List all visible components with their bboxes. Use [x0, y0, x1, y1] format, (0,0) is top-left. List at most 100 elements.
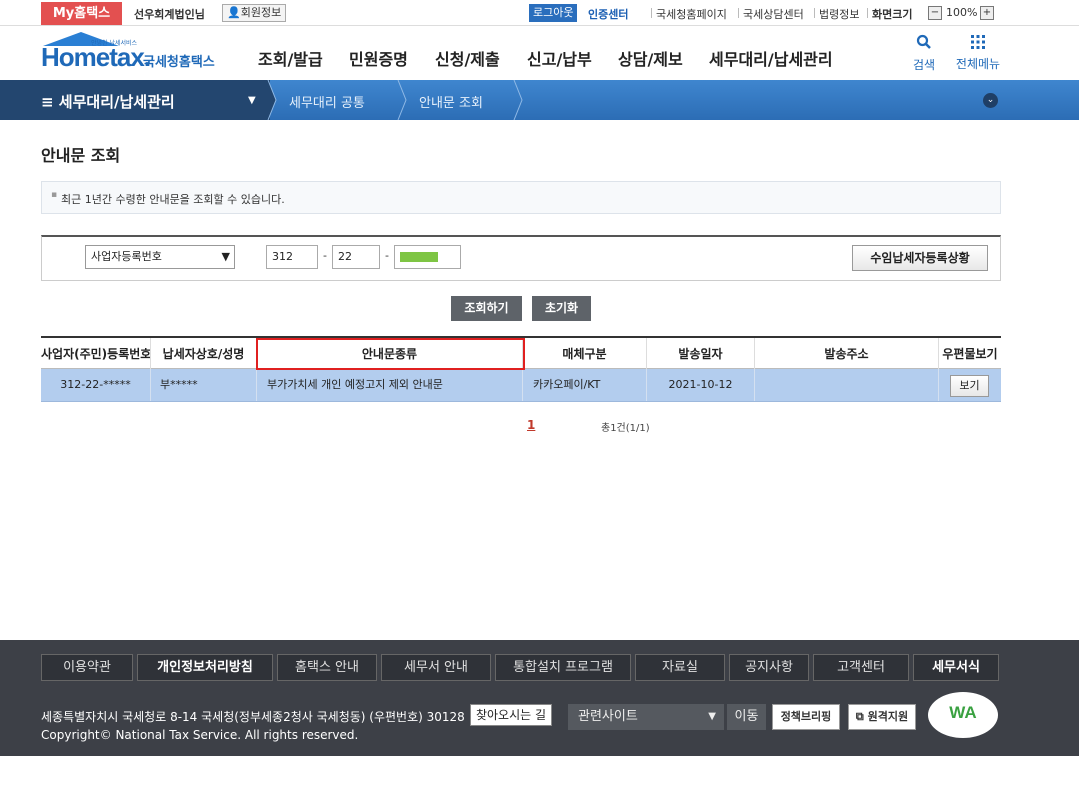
- cell-biz-no: 312-22-*****: [41, 369, 151, 401]
- biz-no-part2-input[interactable]: 22: [332, 245, 380, 269]
- search-submit-button[interactable]: 조회하기: [451, 296, 522, 321]
- biz-no-part3-input[interactable]: [394, 245, 461, 269]
- breadcrumb-item-notice-inquiry[interactable]: 안내문 조회: [419, 92, 483, 111]
- grid-menu-icon: [971, 35, 985, 49]
- id-type-select-value: 사업자등록번호: [91, 250, 162, 263]
- hometax-logo[interactable]: 안녕한 납세서비스 Hometax. 국세청홈택스: [41, 32, 231, 76]
- footer-privacy-link[interactable]: 개인정보처리방침: [137, 654, 273, 681]
- remote-support-icon: ⧉: [855, 710, 868, 723]
- hamburger-icon: ≡: [41, 93, 59, 111]
- divider: [651, 8, 652, 18]
- find-way-button[interactable]: 찾아오시는 길: [470, 704, 552, 726]
- cell-name: 부*****: [151, 369, 257, 401]
- highlight-outline: [256, 338, 525, 370]
- search-label: 검색: [912, 58, 936, 72]
- related-sites-select[interactable]: 관련사이트 ▼: [568, 704, 724, 730]
- nav-civil-certificate[interactable]: 민원증명: [349, 46, 408, 70]
- policy-briefing-link[interactable]: 정책브리핑: [772, 704, 840, 730]
- all-menu-button[interactable]: 전체메뉴: [952, 34, 1004, 72]
- search-area: 사업자등록번호 ▼ 312 - 22 - 수임납세자등록상황: [41, 235, 1001, 281]
- related-sites-label: 관련사이트: [578, 709, 638, 724]
- divider: [814, 8, 815, 18]
- search-icon: [916, 34, 931, 49]
- member-info-label: 회원정보: [240, 6, 282, 19]
- remote-support-label: 원격지원: [867, 710, 909, 723]
- person-icon: 👤: [227, 6, 241, 19]
- breadcrumb-section: ≡ 세무대리/납세관리: [41, 91, 175, 112]
- breadcrumb-chevron-icon: [267, 80, 277, 120]
- view-mail-button[interactable]: 보기: [950, 375, 989, 397]
- logout-button[interactable]: 로그아웃: [529, 4, 578, 22]
- cert-center-link[interactable]: 인증센터: [588, 6, 628, 22]
- top-utility-bar: My홈택스 선우회계법인님 👤회원정보 로그아웃 인증센터 국세청홈페이지 국세…: [0, 0, 1079, 26]
- pagination-page-1[interactable]: 1: [527, 418, 535, 432]
- breadcrumb-chevron-icon: [513, 80, 523, 120]
- dropdown-arrow-icon: ▼: [248, 95, 256, 106]
- reset-button[interactable]: 초기화: [532, 296, 591, 321]
- breadcrumb-section-label: 세무대리/납세관리: [58, 93, 175, 111]
- dash-separator: -: [323, 249, 327, 262]
- id-type-select[interactable]: 사업자등록번호 ▼: [85, 245, 235, 269]
- biz-no-part1-input[interactable]: 312: [266, 245, 318, 269]
- user-name: 선우회계법인님: [134, 8, 205, 21]
- nav-inquiry-issue[interactable]: 조회/발급: [258, 46, 323, 70]
- footer-notice-link[interactable]: 공지사항: [729, 654, 809, 681]
- logo-wordmark: Hometax.: [41, 42, 151, 72]
- breadcrumb: ≡ 세무대리/납세관리 ▼ 세무대리 공통 안내문 조회 ⌄: [0, 80, 1079, 120]
- footer-customer-center-link[interactable]: 고객센터: [813, 654, 909, 681]
- breadcrumb-section-block[interactable]: ≡ 세무대리/납세관리 ▼: [0, 80, 270, 120]
- member-info-button[interactable]: 👤회원정보: [222, 4, 287, 22]
- footer-terms-link[interactable]: 이용약관: [41, 654, 133, 681]
- table-row[interactable]: 312-22-***** 부***** 부가가치세 개인 예정고지 제외 안내문…: [41, 369, 1001, 402]
- footer-copyright: Copyright© National Tax Service. All rig…: [41, 728, 359, 742]
- footer: 이용약관 개인정보처리방침 홈택스 안내 세무서 안내 통합설치 프로그램 자료…: [0, 640, 1079, 756]
- all-menu-label: 전체메뉴: [955, 57, 1001, 71]
- notice-box: ▪ 최근 1년간 수령한 안내문을 조회할 수 있습니다.: [41, 181, 1001, 214]
- remote-support-button[interactable]: ⧉ 원격지원: [848, 704, 916, 730]
- breadcrumb-item-agent-common[interactable]: 세무대리 공통: [289, 92, 365, 111]
- footer-tax-forms-link[interactable]: 세무서식: [913, 654, 999, 681]
- col-header-address: 발송주소: [755, 338, 939, 370]
- nav-counsel-report[interactable]: 상담/제보: [618, 46, 683, 70]
- zoom-out-button[interactable]: −: [928, 6, 942, 20]
- tax-counsel-link[interactable]: 국세상담센터: [743, 6, 804, 22]
- col-header-name: 납세자상호/성명: [151, 338, 257, 370]
- move-button[interactable]: 이동: [727, 704, 766, 730]
- web-accessibility-badge: WA: [928, 692, 998, 738]
- divider: [738, 8, 739, 18]
- logo-subtitle: 국세청홈택스: [143, 55, 215, 70]
- page-title: 안내문 조회: [41, 146, 121, 165]
- col-header-biz-no: 사업자(주민)등록번호: [41, 338, 151, 370]
- chevron-down-icon: ▼: [708, 711, 716, 722]
- screen-size-label: 화면크기: [872, 8, 913, 21]
- law-info-link[interactable]: 법령정보: [819, 6, 859, 22]
- footer-install-program-link[interactable]: 통합설치 프로그램: [495, 654, 631, 681]
- chevron-down-icon: ▼: [221, 250, 230, 263]
- cell-media: 카카오페이/KT: [523, 369, 647, 401]
- search-button[interactable]: 검색: [908, 34, 940, 73]
- footer-hometax-guide-link[interactable]: 홈택스 안내: [277, 654, 377, 681]
- footer-address: 세종특별자치시 국세청로 8-14 국세청(정부세종2청사 국세청동) (우편번…: [41, 710, 465, 724]
- nav-report-pay[interactable]: 신고/납부: [527, 46, 592, 70]
- breadcrumb-chevron-icon: [397, 80, 407, 120]
- bullet-icon: ▪: [51, 190, 58, 200]
- footer-tax-office-link[interactable]: 세무서 안내: [381, 654, 491, 681]
- registered-taxpayer-status-button[interactable]: 수임납세자등록상황: [852, 245, 988, 271]
- cell-address: [755, 369, 939, 401]
- zoom-level: 100%: [946, 6, 978, 19]
- col-header-date: 발송일자: [647, 338, 755, 370]
- cell-date: 2021-10-12: [647, 369, 755, 401]
- masked-input-highlight: [400, 252, 438, 262]
- wa-mark: WA: [949, 703, 977, 722]
- total-count: 총1건(1/1): [601, 423, 650, 434]
- nav-apply-submit[interactable]: 신청/제출: [435, 46, 500, 70]
- zoom-in-button[interactable]: +: [980, 6, 994, 20]
- nts-homepage-link[interactable]: 국세청홈페이지: [656, 6, 727, 22]
- my-hometax-button[interactable]: My홈택스: [41, 2, 122, 25]
- dash-separator: -: [385, 249, 389, 262]
- col-header-view: 우편물보기: [942, 347, 998, 361]
- expand-circle-icon[interactable]: ⌄: [983, 93, 998, 108]
- divider: [867, 8, 868, 18]
- footer-library-link[interactable]: 자료실: [635, 654, 725, 681]
- nav-tax-agent[interactable]: 세무대리/납세관리: [709, 46, 833, 70]
